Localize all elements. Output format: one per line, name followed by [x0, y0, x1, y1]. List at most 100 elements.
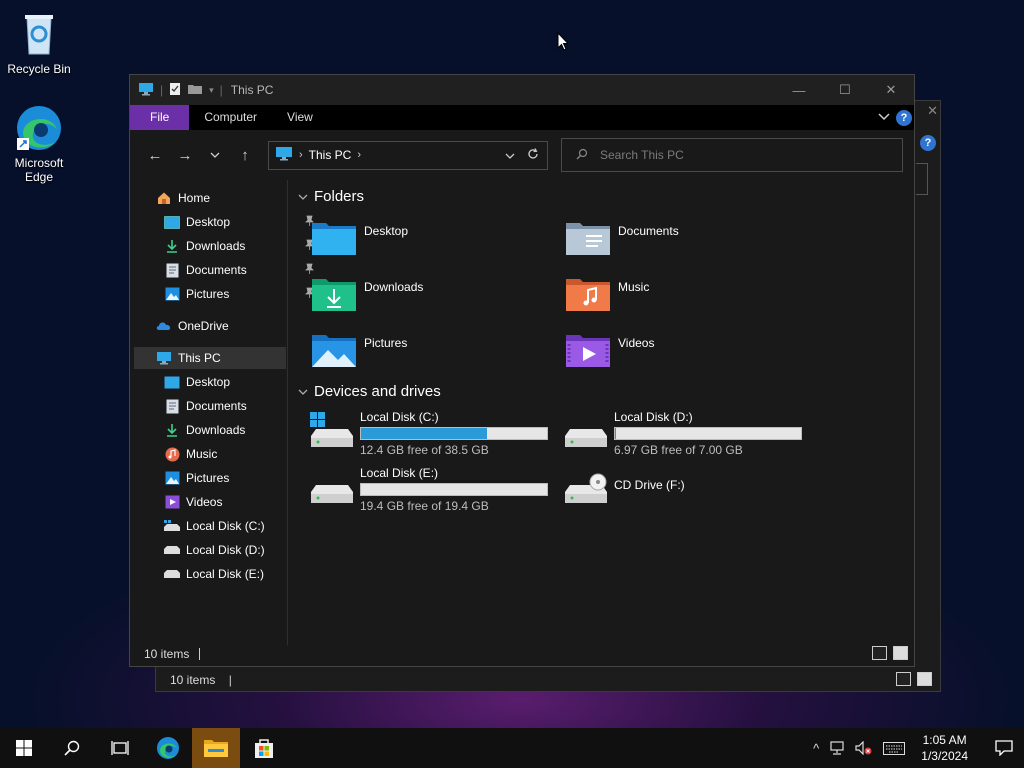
drive-local-disk-d[interactable]: Local Disk (D:) 6.97 GB free of 7.00 GB [564, 410, 802, 457]
collapse-chevron-icon[interactable] [298, 191, 308, 203]
navigation-bar: ← → ↑ › This PC › [130, 130, 914, 180]
details-view-icon[interactable] [872, 646, 887, 660]
edge-label: Microsoft Edge [14, 156, 64, 184]
folder-desktop[interactable]: Desktop [312, 220, 408, 260]
breadcrumb-separator[interactable]: › [357, 149, 361, 161]
up-button[interactable]: ↑ [230, 140, 260, 170]
pictures-icon [164, 286, 180, 302]
desktop-folder-icon [312, 220, 356, 260]
sidebar-item-label: Desktop [186, 375, 231, 389]
home-icon [156, 190, 172, 206]
expand-ribbon-icon[interactable] [878, 112, 890, 124]
start-button[interactable] [0, 728, 48, 768]
mouse-cursor-icon [557, 31, 570, 55]
edge-icon [157, 737, 179, 759]
tiles-view-icon[interactable] [893, 646, 908, 660]
sidebar-item-label: OneDrive [178, 319, 229, 333]
window-body: Home Desktop Downloads Documents Picture… [130, 180, 914, 666]
forward-button[interactable]: → [170, 140, 200, 170]
drive-local-disk-c[interactable]: Local Disk (C:) 12.4 GB free of 38.5 GB [310, 410, 548, 457]
drive-icon [164, 542, 180, 558]
sidebar-item-label: Home [178, 191, 211, 205]
search-taskbar-button[interactable] [48, 728, 96, 768]
file-explorer-icon [204, 740, 228, 757]
bg-status-count: 10 items [170, 673, 216, 687]
tile-label: Videos [618, 336, 655, 350]
close-button[interactable]: ✕ [868, 75, 914, 105]
breadcrumb-this-pc[interactable]: This PC [309, 148, 352, 162]
bg-close-icon[interactable]: ✕ [927, 103, 938, 119]
store-taskbar-button[interactable] [240, 728, 288, 768]
volume-muted-icon[interactable] [855, 741, 873, 755]
search-input[interactable] [600, 148, 880, 162]
cloud-icon [156, 318, 172, 334]
sidebar-item-this-pc[interactable]: This PC [134, 347, 286, 369]
drive-free-space: 6.97 GB free of 7.00 GB [614, 443, 743, 457]
folder-pictures[interactable]: Pictures [312, 332, 407, 372]
tab-file[interactable]: File [130, 105, 190, 130]
bg-help-icon[interactable]: ? [920, 135, 936, 151]
tab-computer[interactable]: Computer [189, 105, 272, 130]
network-icon[interactable] [829, 741, 845, 755]
sidebar-item-label: Local Disk (D:) [186, 543, 265, 557]
bg-details-view-icon[interactable] [896, 672, 911, 686]
file-explorer-taskbar-button[interactable] [192, 728, 240, 768]
content-pane: Folders Desktop Documents Downloads Musi… [290, 180, 914, 645]
notification-icon [995, 740, 1013, 756]
sidebar-item-onedrive[interactable]: OneDrive [156, 315, 310, 337]
notifications-button[interactable] [984, 728, 1024, 768]
edge-taskbar-button[interactable] [144, 728, 192, 768]
sidebar-item-label: Local Disk (E:) [186, 567, 265, 581]
search-icon [576, 148, 588, 163]
explorer-window[interactable]: | ▾ | This PC — ☐ ✕ File Computer View ? [129, 74, 915, 667]
sidebar-item-label: Local Disk (C:) [186, 519, 265, 533]
tile-label: Pictures [364, 336, 408, 350]
folder-documents[interactable]: Documents [566, 220, 679, 260]
clock[interactable]: 1:05 AM 1/3/2024 [921, 732, 968, 764]
video-icon [164, 494, 180, 510]
help-icon[interactable]: ? [896, 109, 912, 126]
clock-date: 1/3/2024 [921, 749, 968, 763]
quick-access-toolbar: | ▾ | [138, 82, 223, 99]
title-bar[interactable]: | ▾ | This PC — ☐ ✕ [130, 75, 914, 105]
maximize-button[interactable]: ☐ [822, 75, 868, 105]
status-bar: 10 items [130, 641, 914, 666]
address-dropdown-icon[interactable] [505, 148, 515, 163]
bg-tiles-view-icon[interactable] [917, 672, 932, 686]
desktop-icon-recycle-bin[interactable]: Recycle Bin [1, 10, 77, 76]
folder-videos[interactable]: Videos [566, 332, 654, 372]
tab-view[interactable]: View [272, 105, 328, 130]
folders-group-header[interactable]: Folders [298, 188, 364, 205]
window-controls: — ☐ ✕ [776, 75, 914, 105]
item-count: 10 items [144, 646, 190, 661]
address-bar[interactable]: › This PC › [268, 140, 548, 170]
properties-icon[interactable] [169, 82, 181, 99]
task-view-button[interactable] [96, 728, 144, 768]
sidebar-item-label: Downloads [186, 423, 246, 437]
drive-local-disk-e[interactable]: Local Disk (E:) 19.4 GB free of 19.4 GB [310, 466, 548, 513]
sidebar-item-home[interactable]: Home [156, 187, 310, 209]
new-folder-icon[interactable] [187, 83, 203, 98]
download-icon [164, 238, 180, 254]
search-box[interactable] [561, 138, 903, 172]
drive-usage-fill [361, 428, 488, 439]
drive-label: Local Disk (D:) [614, 410, 693, 424]
drives-group-header[interactable]: Devices and drives [298, 383, 441, 400]
show-hidden-icons-button[interactable]: ^ [813, 741, 819, 756]
minimize-button[interactable]: — [776, 75, 822, 105]
drive-cd-f[interactable]: CD Drive (F:) [564, 466, 802, 510]
collapse-chevron-icon[interactable] [298, 386, 308, 398]
customize-toolbar-icon[interactable]: ▾ [209, 85, 214, 96]
refresh-icon[interactable] [527, 147, 539, 163]
videos-folder-icon [566, 332, 610, 372]
back-button[interactable]: ← [140, 140, 170, 170]
keyboard-icon[interactable] [883, 741, 906, 755]
sidebar-item-label: Music [186, 447, 218, 461]
music-folder-icon [566, 276, 610, 316]
recent-locations-button[interactable] [200, 140, 230, 170]
desktop-icon-edge[interactable]: Microsoft Edge [1, 104, 77, 184]
breadcrumb-separator[interactable]: › [299, 149, 303, 161]
folder-music[interactable]: Music [566, 276, 649, 316]
folder-downloads[interactable]: Downloads [312, 276, 423, 316]
group-title: Folders [314, 188, 365, 205]
